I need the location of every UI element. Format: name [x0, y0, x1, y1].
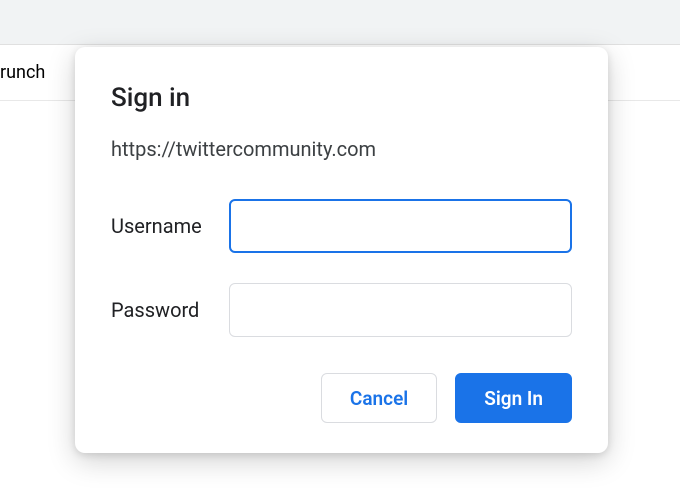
- signin-button[interactable]: Sign In: [455, 373, 572, 423]
- username-row: Username: [111, 199, 572, 253]
- dialog-button-row: Cancel Sign In: [111, 373, 572, 423]
- auth-dialog: Sign in https://twittercommunity.com Use…: [75, 47, 608, 453]
- password-label: Password: [111, 298, 229, 322]
- dialog-url: https://twittercommunity.com: [111, 137, 572, 161]
- cancel-button[interactable]: Cancel: [321, 373, 437, 423]
- username-input[interactable]: [229, 199, 572, 253]
- password-input[interactable]: [229, 283, 572, 337]
- dialog-title: Sign in: [111, 83, 572, 113]
- password-row: Password: [111, 283, 572, 337]
- username-label: Username: [111, 214, 229, 238]
- dialog-backdrop: Sign in https://twittercommunity.com Use…: [0, 45, 680, 503]
- browser-toolbar-bg: [0, 0, 680, 45]
